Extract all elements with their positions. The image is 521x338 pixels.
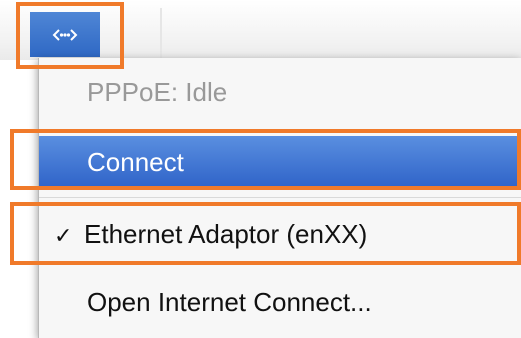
- highlight-box-status-icon: [16, 2, 124, 69]
- highlight-box-ethernet: [10, 202, 521, 265]
- connection-status-label: PPPoE: Idle: [87, 77, 228, 107]
- network-status-menu: PPPoE: Idle Connect ✓ Ethernet Adaptor (e…: [38, 58, 521, 338]
- highlight-box-connect: [10, 129, 521, 190]
- open-internet-connect-menu-item[interactable]: Open Internet Connect...: [39, 276, 521, 328]
- menu-bar-divider: [160, 8, 162, 60]
- menu-separator: [39, 197, 521, 198]
